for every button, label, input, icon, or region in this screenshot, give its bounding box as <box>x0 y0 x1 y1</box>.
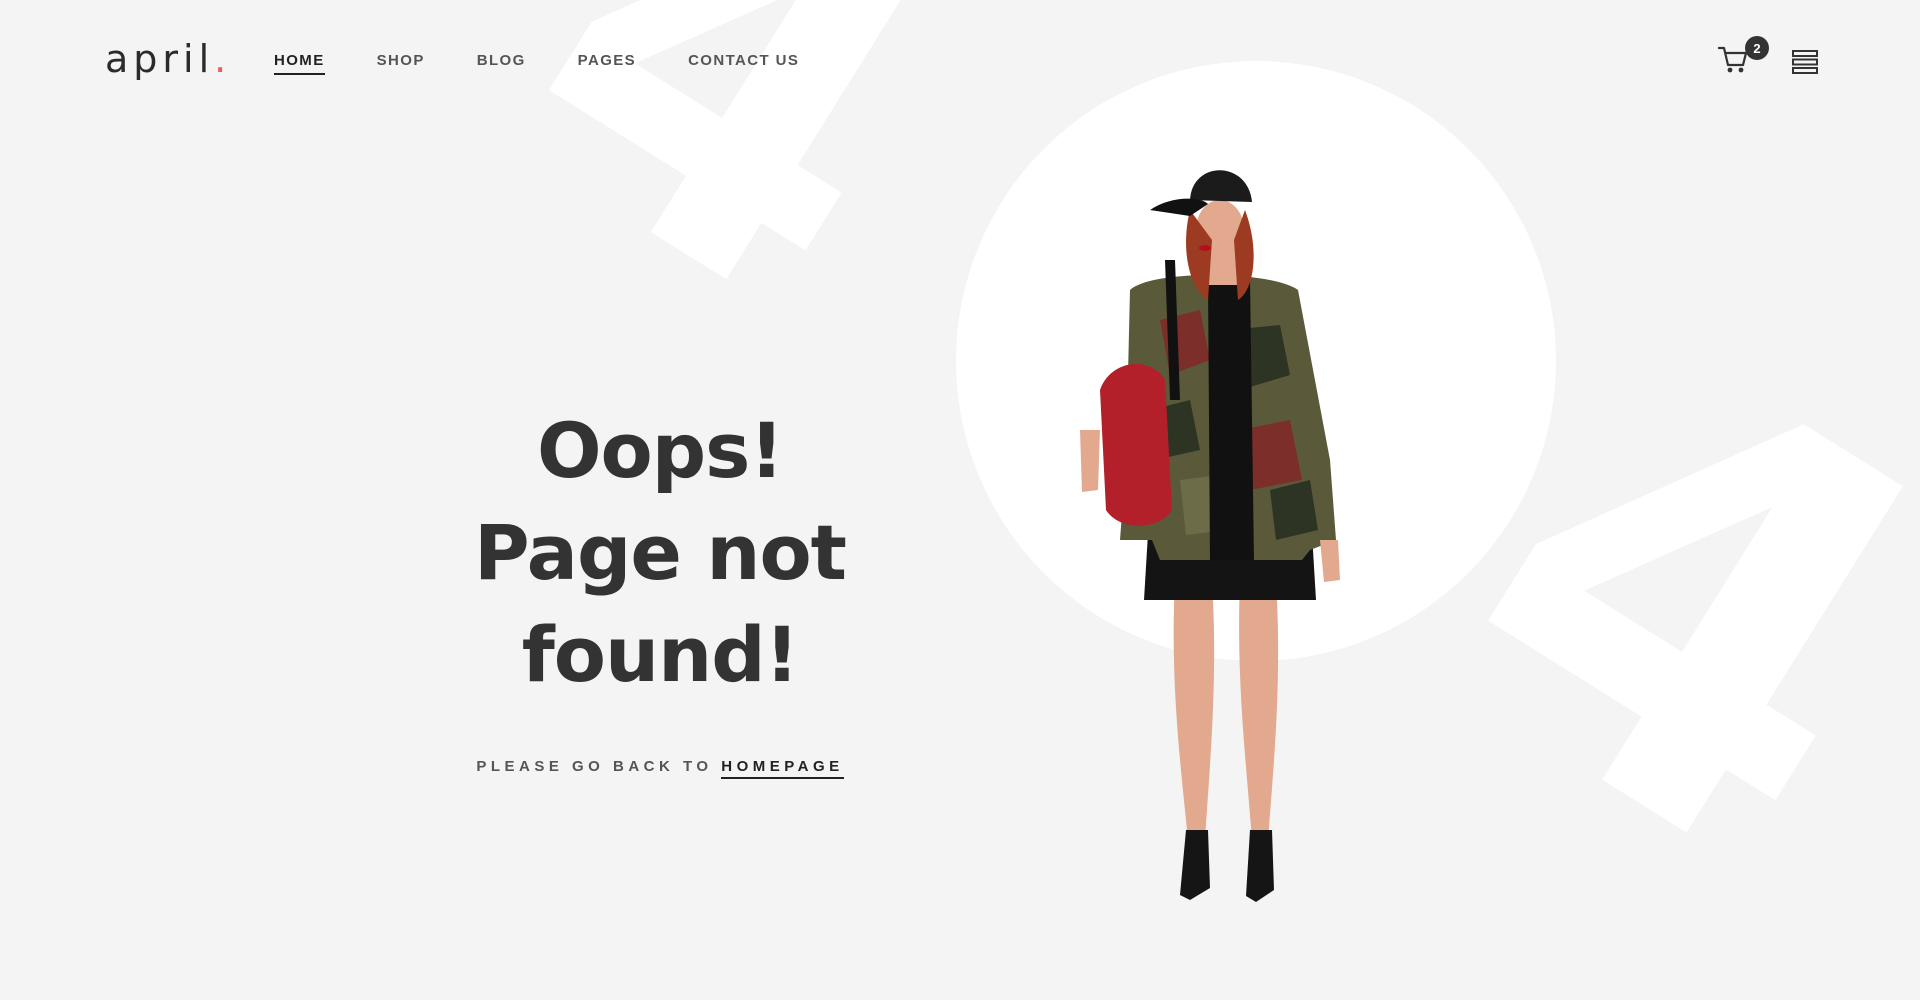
logo-text: april <box>105 37 215 81</box>
nav-home[interactable]: HOME <box>274 52 325 75</box>
main-nav: HOME SHOP BLOG PAGES CONTACT US <box>274 52 851 75</box>
nav-shop[interactable]: SHOP <box>377 52 425 75</box>
logo[interactable]: april. <box>105 37 231 81</box>
model-photo <box>1040 160 1370 940</box>
site-header: april. HOME SHOP BLOG PAGES CONTACT US 2 <box>0 0 1920 124</box>
nav-pages[interactable]: PAGES <box>578 52 636 75</box>
title-line-not-found: Page not found! <box>474 508 847 699</box>
nav-contact-us[interactable]: CONTACT US <box>688 52 799 75</box>
error-message-section: Oops! Page not found! PLEASE GO BACK TO … <box>360 400 960 779</box>
homepage-link[interactable]: HOMEPAGE <box>721 758 844 779</box>
nav-blog[interactable]: BLOG <box>477 52 526 75</box>
title-line-oops: Oops! <box>536 406 784 495</box>
stacked-lines-menu-icon[interactable] <box>1792 50 1818 74</box>
logo-dot: . <box>214 37 232 81</box>
cart-count-badge: 2 <box>1745 36 1769 60</box>
page-title: Oops! Page not found! <box>360 400 960 706</box>
back-prefix-text: PLEASE GO BACK TO <box>476 758 713 775</box>
back-to-home-line: PLEASE GO BACK TO HOMEPAGE <box>360 758 960 779</box>
